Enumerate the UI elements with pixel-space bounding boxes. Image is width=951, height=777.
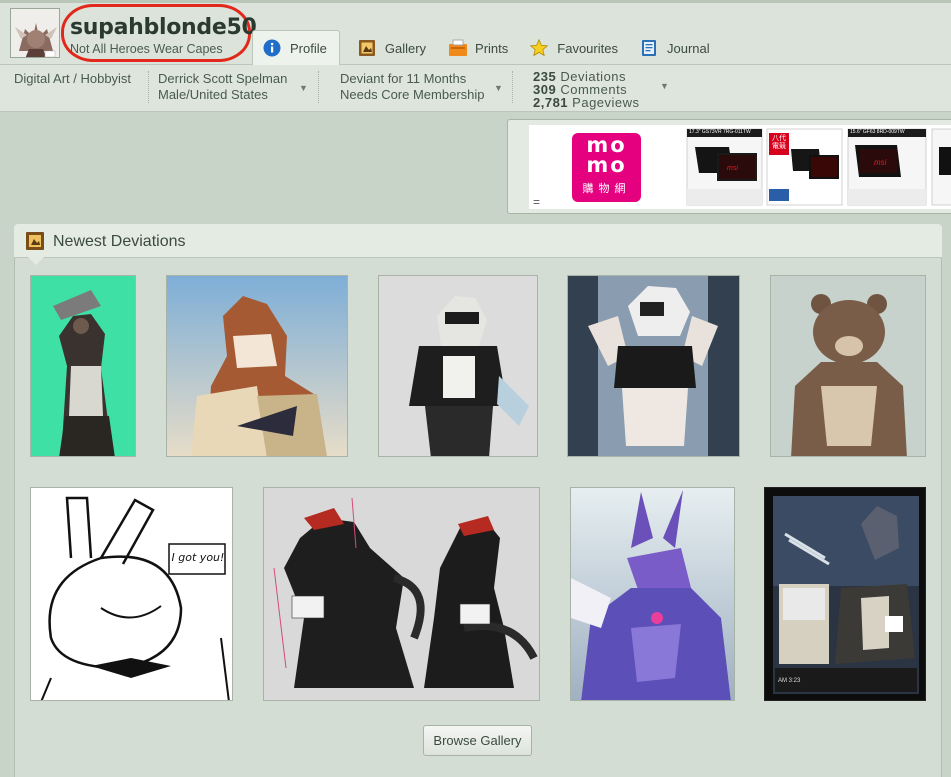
info-divider — [512, 71, 513, 103]
chevron-down-icon[interactable]: ▼ — [494, 83, 503, 93]
tab-gallery[interactable]: Gallery — [348, 31, 438, 65]
star-icon — [530, 39, 549, 57]
profile-info-bar: Digital Art / Hobbyist Derrick Scott Spe… — [0, 65, 951, 112]
tab-label: Prints — [475, 40, 509, 56]
tab-journal[interactable]: Journal — [630, 31, 722, 65]
tab-label: Gallery — [384, 40, 427, 56]
tab-favourites[interactable]: Favourites — [520, 31, 630, 65]
product-model-label: 八代 電競 — [772, 135, 786, 150]
profile-stats[interactable]: 235 Deviations 309 Comments 2,781 Pagevi… — [533, 70, 640, 109]
panel-title: Newest Deviations — [53, 233, 186, 250]
deviation-thumbnail[interactable] — [263, 487, 540, 701]
journal-icon — [640, 39, 658, 57]
stat-label: Pageviews — [572, 95, 640, 110]
thumbnail-timestamp: AM 3:23 — [778, 678, 801, 684]
product-model-label: 15.6" GF63 8RD-009TW — [850, 129, 905, 135]
membership-status: Needs Core Membership — [340, 87, 485, 102]
ad-banner[interactable]: msi msi mo mo 購物網 17.3" GS73VR 7RG-011TW… — [529, 125, 951, 209]
brand-line: mo — [586, 133, 627, 157]
info-icon — [263, 39, 281, 57]
user-category: Digital Art / Hobbyist — [14, 71, 132, 86]
tab-label: Favourites — [557, 40, 618, 56]
stat-pageviews: 2,781 Pageviews — [533, 96, 640, 109]
user-location: Male/United States — [158, 87, 268, 102]
chevron-down-icon[interactable]: ▼ — [660, 81, 669, 91]
info-divider — [318, 71, 319, 103]
laptop-product-3[interactable]: msi — [847, 128, 927, 206]
tab-profile[interactable]: Profile — [252, 30, 340, 65]
panel-notch — [28, 257, 44, 265]
stat-value: 2,781 — [533, 95, 569, 110]
brand-line: mo — [586, 153, 627, 177]
tab-prints[interactable]: Prints — [438, 31, 520, 65]
momo-brand-text: mo mo 購物網 — [572, 135, 641, 196]
chevron-down-icon[interactable]: ▼ — [299, 83, 308, 93]
user-identity[interactable]: Derrick Scott Spelman Male/United States — [158, 71, 287, 103]
user-tagline: Not All Heroes Wear Capes — [70, 42, 223, 56]
product-model-label: 17.3" GS73VR 7RG-011TW — [689, 129, 751, 135]
svg-text:msi: msi — [874, 158, 887, 167]
deviation-thumbnail[interactable]: AM 3:23 — [764, 487, 926, 701]
deviation-thumbnail[interactable] — [30, 275, 136, 457]
gallery-icon — [25, 231, 45, 251]
deviation-thumbnail[interactable] — [378, 275, 538, 457]
deviation-thumbnail[interactable]: I got you! — [30, 487, 233, 701]
speech-bubble-text: I got you! — [171, 551, 225, 564]
user-avatar[interactable] — [10, 8, 60, 58]
prints-icon — [448, 39, 468, 57]
deviation-thumbnail[interactable] — [166, 275, 348, 457]
laptop-product-1[interactable]: msi — [686, 128, 763, 206]
real-name: Derrick Scott Spelman — [158, 71, 288, 86]
info-divider — [148, 71, 149, 103]
brand-subtitle: 購物網 — [582, 182, 631, 195]
membership-info[interactable]: Deviant for 11 Months Needs Core Members… — [340, 71, 485, 103]
gallery-icon — [358, 39, 376, 57]
profile-tabs: Profile Gallery Prints Favourites Journa… — [252, 29, 722, 65]
deviation-thumbnail[interactable] — [567, 275, 740, 457]
browse-gallery-button[interactable]: Browse Gallery — [423, 725, 532, 756]
svg-text:msi: msi — [727, 165, 738, 172]
deviation-thumbnail[interactable] — [570, 487, 735, 701]
tab-label: Journal — [666, 40, 710, 56]
laptop-product-4[interactable] — [931, 128, 951, 206]
deviant-duration: Deviant for 11 Months — [340, 71, 467, 86]
username[interactable]: supahblonde50 — [70, 15, 257, 40]
deviation-thumbnail[interactable] — [770, 275, 926, 457]
tab-label: Profile — [290, 40, 327, 56]
ad-options-icon[interactable]: = — [533, 195, 540, 209]
